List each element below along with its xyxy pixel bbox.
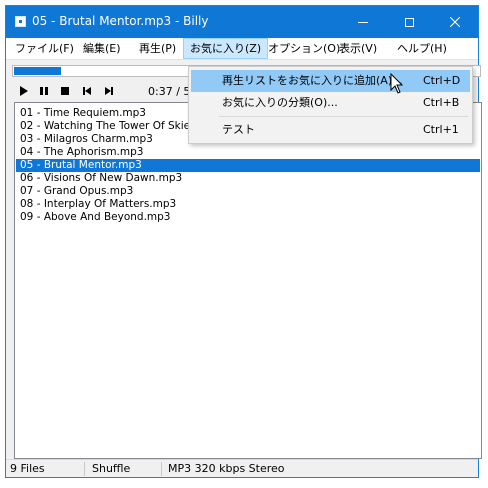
menu-item-shortcut: Ctrl+D: [423, 74, 461, 87]
menu-item-add-playlist-to-favorites[interactable]: 再生リストをお気に入りに追加(A)... Ctrl+D: [191, 70, 470, 92]
minimize-button[interactable]: [340, 6, 386, 38]
status-divider: [161, 462, 162, 476]
status-format: MP3 320 kbps Stereo: [168, 462, 285, 475]
playlist-item[interactable]: 06 - Visions Of New Dawn.mp3: [16, 172, 480, 185]
menu-item-label: テスト: [222, 123, 255, 136]
status-play-mode: Shuffle: [92, 462, 131, 475]
app-window: 05 - Brutal Mentor.mp3 - Billy ファイル(F) 編…: [5, 5, 482, 478]
playlist-item[interactable]: 09 - Above And Beyond.mp3: [16, 211, 480, 224]
menu-help[interactable]: ヘルプ(H): [391, 38, 453, 59]
playlist-item[interactable]: 07 - Grand Opus.mp3: [16, 185, 480, 198]
playlist-item-selected[interactable]: 05 - Brutal Mentor.mp3: [16, 159, 480, 172]
status-bar: 9 Files Shuffle MP3 320 kbps Stereo: [6, 459, 478, 477]
favorites-menu: 再生リストをお気に入りに追加(A)... Ctrl+D お気に入りの分類(O).…: [188, 66, 473, 144]
status-divider: [84, 462, 85, 476]
maximize-icon: [404, 17, 414, 27]
mouse-pointer-icon: [390, 73, 404, 94]
menu-item-favorite-test[interactable]: テスト Ctrl+1: [191, 119, 470, 141]
minimize-icon: [358, 21, 368, 23]
menu-item-organize-favorites[interactable]: お気に入りの分類(O)... Ctrl+B: [191, 92, 470, 114]
play-icon[interactable]: [17, 84, 31, 98]
status-file-count: 9 Files: [10, 462, 45, 475]
playlist[interactable]: 01 - Time Requiem.mp3 02 - Watching The …: [14, 102, 482, 459]
time-display: 0:37 / 5: [148, 85, 191, 98]
stop-icon[interactable]: [58, 84, 72, 98]
transport-controls: 0:37 / 5: [12, 82, 192, 100]
window-title: 05 - Brutal Mentor.mp3 - Billy: [32, 14, 209, 28]
close-button[interactable]: [432, 6, 478, 38]
menu-edit[interactable]: 編集(E): [77, 38, 127, 59]
previous-track-icon[interactable]: [80, 84, 94, 98]
menu-separator: [219, 116, 468, 117]
menu-item-label: 再生リストをお気に入りに追加(A)...: [222, 74, 403, 87]
title-bar[interactable]: 05 - Brutal Mentor.mp3 - Billy: [6, 6, 478, 38]
maximize-button[interactable]: [386, 6, 432, 38]
menu-play[interactable]: 再生(P): [133, 38, 182, 59]
app-icon[interactable]: [15, 16, 26, 27]
menu-item-label: お気に入りの分類(O)...: [222, 96, 338, 109]
menu-view[interactable]: 表示(V): [333, 38, 383, 59]
next-track-icon[interactable]: [102, 84, 116, 98]
seek-bar-fill: [14, 67, 61, 75]
menu-file[interactable]: ファイル(F): [9, 38, 80, 59]
playlist-item[interactable]: 08 - Interplay Of Matters.mp3: [16, 198, 480, 211]
menu-item-shortcut: Ctrl+B: [423, 96, 460, 109]
pause-icon[interactable]: [37, 84, 51, 98]
close-icon: [450, 17, 460, 27]
playlist-item[interactable]: 04 - The Aphorism.mp3: [16, 146, 480, 159]
menu-item-shortcut: Ctrl+1: [423, 123, 459, 136]
menu-bar: ファイル(F) 編集(E) 再生(P) お気に入り(Z) オプション(O) 表示…: [6, 38, 478, 60]
menu-favorites[interactable]: お気に入り(Z): [183, 38, 269, 59]
